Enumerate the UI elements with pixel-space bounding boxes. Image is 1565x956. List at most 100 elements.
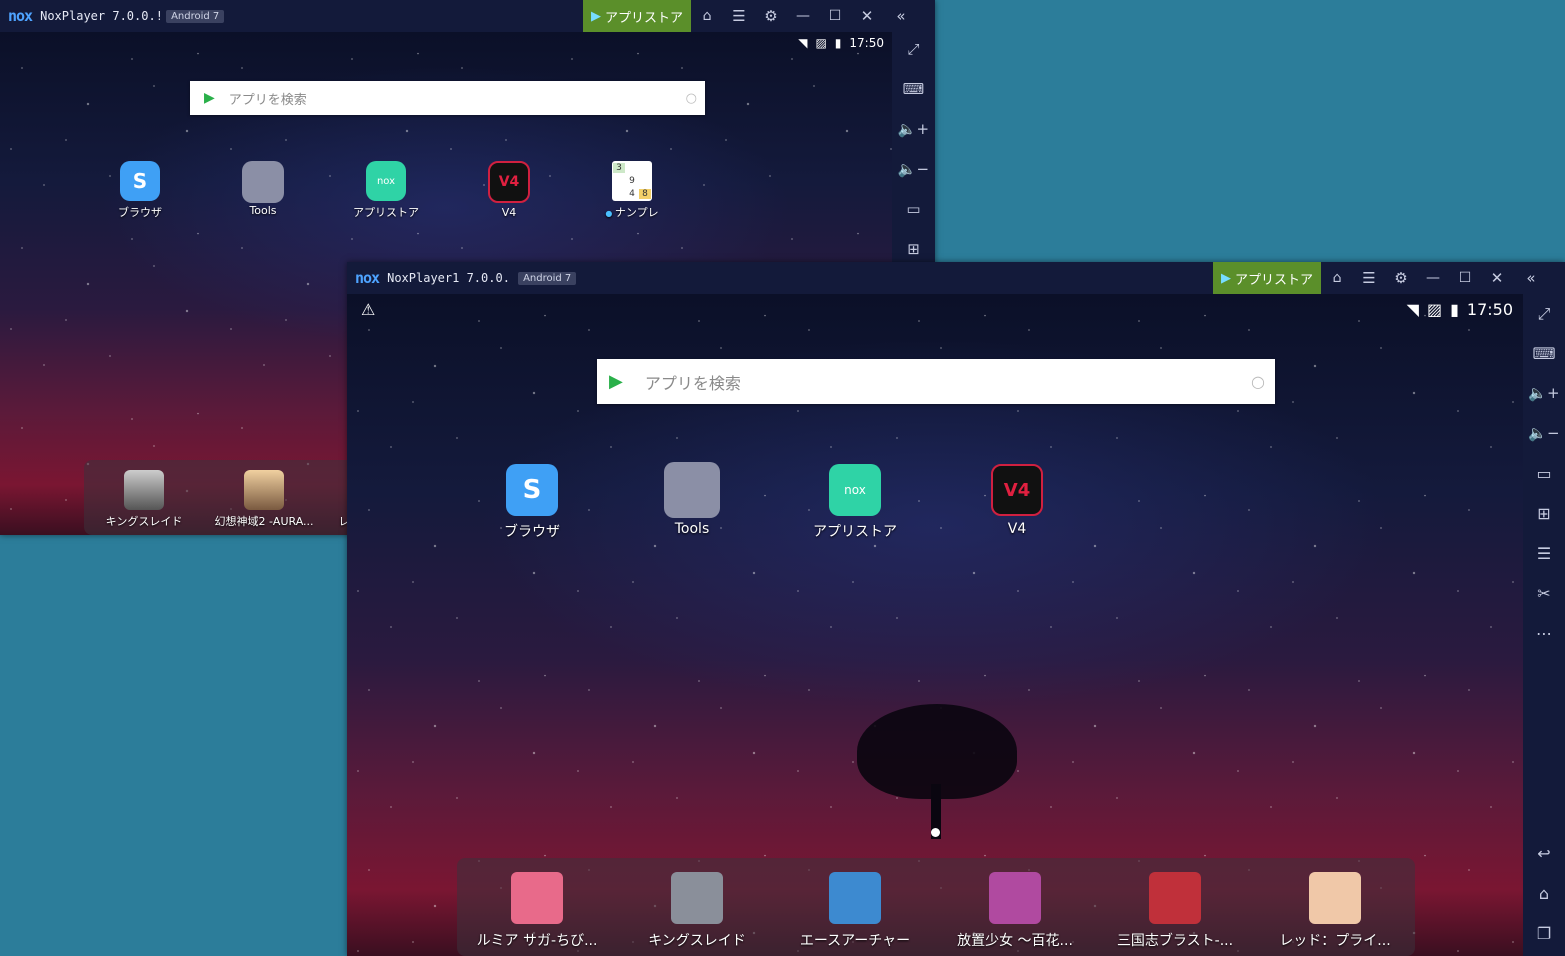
tree-silhouette: [857, 704, 1017, 839]
maximize-icon[interactable]: ☐: [819, 0, 851, 32]
search-placeholder: アプリを検索: [228, 92, 307, 108]
battery-icon: ▮: [1450, 300, 1459, 319]
app-label: Tools: [674, 521, 710, 537]
status-bar: ◥ ▨ ▮ 17:50: [1407, 300, 1513, 319]
close-icon[interactable]: ✕: [851, 0, 883, 32]
fullscreen-icon[interactable]: ⤢: [1523, 304, 1565, 324]
tools-folder-icon: [664, 462, 720, 518]
dock-app-label: キングスレイド: [105, 515, 183, 528]
volume-up-icon[interactable]: 🔈+: [892, 120, 935, 138]
battery-icon: ▮: [834, 36, 842, 50]
dock: ルミア サガ-ちび... キングスレイド エースアーチャー 放置少女 〜百花..…: [457, 858, 1415, 956]
volume-up-icon[interactable]: 🔈+: [1523, 384, 1565, 402]
home-icon[interactable]: ⌂: [1523, 884, 1565, 903]
minimize-icon[interactable]: —: [1417, 262, 1449, 294]
no-sim-icon: ▨: [1426, 300, 1443, 319]
collapse-sidebar-icon[interactable]: «: [883, 0, 919, 32]
dock-app-label: 三国志ブラスト-...: [1116, 933, 1234, 949]
play-icon: ▶: [591, 8, 601, 24]
new-dot-icon: ●: [605, 209, 615, 218]
game-icon: [989, 872, 1041, 924]
app-store[interactable]: nox アプリストア: [807, 464, 903, 541]
shirt-icon[interactable]: ⌂: [1321, 262, 1353, 294]
game-icon: [671, 872, 723, 924]
game-icon: [1309, 872, 1361, 924]
screen-icon[interactable]: ▭: [892, 200, 935, 218]
fullscreen-icon[interactable]: ⤢: [892, 40, 935, 58]
close-icon[interactable]: ✕: [1481, 262, 1513, 294]
multi-instance-icon[interactable]: ☰: [1523, 544, 1565, 563]
app-tools[interactable]: Tools: [652, 462, 732, 537]
dock-app-ace-archer[interactable]: エースアーチャー: [785, 872, 925, 950]
app-store-button[interactable]: ▶ アプリストア: [1213, 262, 1322, 294]
app-store-icon: nox: [366, 161, 406, 201]
back-titlebar[interactable]: nox NoxPlayer 7.0.0.! Android 7 ▶ アプリストア…: [0, 0, 935, 32]
collapse-sidebar-icon[interactable]: «: [1513, 262, 1549, 294]
search-bar[interactable]: ▶ アプリを検索 ○: [190, 81, 705, 115]
app-browser[interactable]: S ブラウザ: [492, 464, 572, 541]
dock-app-lumia-saga[interactable]: ルミア サガ-ちび...: [467, 872, 607, 950]
back-icon[interactable]: ↩: [1523, 844, 1565, 863]
warning-icon[interactable]: ⚠: [361, 300, 375, 319]
app-store-button[interactable]: ▶ アプリストア: [583, 0, 692, 32]
app-store-label: アプリストア: [1235, 272, 1314, 288]
apk-install-icon[interactable]: ⊞: [892, 240, 935, 258]
volume-down-icon[interactable]: 🔈−: [1523, 424, 1565, 442]
dock-app-king-raid[interactable]: キングスレイド: [94, 470, 194, 529]
dock-app-red-pride[interactable]: レッド：プライ...: [1265, 872, 1405, 950]
front-nox-window: nox NoxPlayer1 7.0.0.! Android 7 ▶ アプリスト…: [347, 262, 1565, 956]
dock-app-sangokushi-blast[interactable]: 三国志ブラスト-...: [1105, 872, 1245, 950]
app-browser[interactable]: S ブラウザ: [110, 161, 170, 220]
app-sudoku[interactable]: 3 9 48 ● ナンプレ: [600, 161, 664, 220]
game-icon: [1149, 872, 1201, 924]
screen-icon[interactable]: ▭: [1523, 464, 1565, 483]
app-v4[interactable]: V4 V4: [977, 464, 1057, 537]
app-store-icon: nox: [829, 464, 881, 516]
dock-app-label: 幻想神域2 -AURA...: [214, 515, 314, 528]
app-label: ブラウザ: [118, 206, 162, 219]
search-icon[interactable]: ○: [686, 91, 697, 106]
app-label: V4: [1007, 521, 1027, 537]
keyboard-icon[interactable]: ⌨: [1523, 344, 1565, 363]
dock-app-label: レッド：プライ...: [1279, 933, 1391, 949]
recent-apps-icon[interactable]: ❐: [1523, 924, 1565, 943]
front-android-screen: ⚠ ◥ ▨ ▮ 17:50 ▶ アプリを検索 ○ S ブラウザ Tools no…: [347, 294, 1523, 956]
app-tools[interactable]: Tools: [233, 161, 293, 217]
search-icon[interactable]: ○: [1251, 372, 1265, 391]
game-icon: [829, 872, 881, 924]
more-icon[interactable]: ⋯: [1523, 624, 1565, 643]
game-icon: [244, 470, 284, 510]
gear-icon[interactable]: ⚙: [1385, 262, 1417, 294]
wifi-icon: ◥: [1406, 300, 1419, 319]
front-titlebar[interactable]: nox NoxPlayer1 7.0.0.! Android 7 ▶ アプリスト…: [347, 262, 1565, 294]
android-badge: Android 7: [166, 9, 225, 23]
app-v4[interactable]: V4 V4: [479, 161, 539, 219]
app-label: ● ナンプレ: [605, 206, 659, 219]
app-store[interactable]: nox アプリストア: [350, 161, 422, 220]
game-icon: [124, 470, 164, 510]
google-play-icon: ▶: [609, 371, 623, 392]
android-badge: Android 7: [518, 271, 577, 285]
browser-icon: S: [506, 464, 558, 516]
dock-app-houchi-shoujo[interactable]: 放置少女 〜百花...: [945, 872, 1085, 950]
status-time: 17:50: [1466, 300, 1513, 319]
tools-folder-icon: [242, 161, 284, 203]
scissors-icon[interactable]: ✂: [1523, 584, 1565, 603]
dock-app-label: キングスレイド: [648, 933, 746, 949]
shirt-icon[interactable]: ⌂: [691, 0, 723, 32]
keyboard-icon[interactable]: ⌨: [892, 80, 935, 98]
browser-icon: S: [120, 161, 160, 201]
sudoku-icon: 3 9 48: [612, 161, 652, 201]
search-bar[interactable]: ▶ アプリを検索 ○: [597, 359, 1275, 404]
gear-icon[interactable]: ⚙: [755, 0, 787, 32]
dock-app-king-raid[interactable]: キングスレイド: [627, 872, 767, 950]
apk-install-icon[interactable]: ⊞: [1523, 504, 1565, 523]
play-icon: ▶: [1221, 270, 1231, 286]
menu-icon[interactable]: ☰: [1353, 262, 1385, 294]
app-store-label: アプリストア: [605, 10, 684, 26]
volume-down-icon[interactable]: 🔈−: [892, 160, 935, 178]
minimize-icon[interactable]: —: [787, 0, 819, 32]
dock-app-genso[interactable]: 幻想神域2 -AURA...: [209, 470, 319, 529]
maximize-icon[interactable]: ☐: [1449, 262, 1481, 294]
menu-icon[interactable]: ☰: [723, 0, 755, 32]
